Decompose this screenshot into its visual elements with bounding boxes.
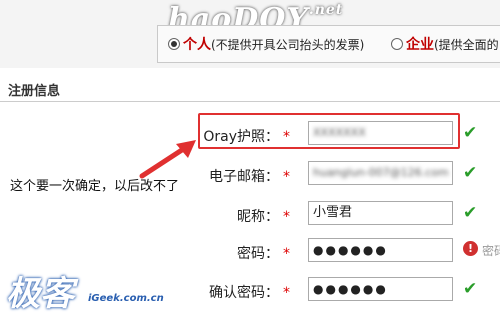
account-type-selector: 个人 (不提供开具公司抬头的发票) 企业 (提供全面的: [157, 25, 500, 63]
password-input[interactable]: ●●●●●●: [308, 238, 453, 262]
form-row-confirm-password: 确认密码： * ●●●●●● ✔: [0, 276, 500, 306]
nickname-input[interactable]: 小雪君: [308, 201, 453, 225]
account-type-personal[interactable]: 个人 (不提供开具公司抬头的发票): [168, 34, 364, 54]
check-icon: ✔: [463, 163, 478, 183]
check-icon: ✔: [463, 203, 478, 223]
annotation-text: 这个要一次确定，以后改不了: [10, 179, 180, 194]
section-divider: [0, 101, 500, 102]
email-label: 电子邮箱： *: [209, 169, 290, 185]
confirm-password-label: 确认密码： *: [209, 285, 290, 301]
nickname-label: 昵称： *: [237, 209, 290, 225]
required-mark: *: [283, 209, 290, 225]
password-label: 密码： *: [237, 246, 290, 262]
required-mark: *: [283, 246, 290, 262]
password-hint: 密码: [482, 244, 500, 258]
igeek-logo: 极客: [6, 274, 74, 314]
required-mark: *: [283, 285, 290, 301]
highlight-box: [198, 113, 460, 149]
account-type-company[interactable]: 企业 (提供全面的: [391, 34, 499, 54]
check-icon: ✔: [463, 123, 478, 143]
check-icon: ✔: [463, 279, 478, 299]
account-type-personal-label: 个人: [183, 37, 211, 53]
form-row-nickname: 昵称： * 小雪君 ✔: [0, 200, 500, 230]
account-type-company-label: 企业: [406, 37, 434, 53]
warning-icon: !: [463, 241, 478, 256]
required-mark: *: [283, 169, 290, 185]
igeek-url: iGeek.com.cn: [88, 293, 164, 304]
radio-personal[interactable]: [168, 38, 180, 50]
email-input[interactable]: huanglun-007@126.com: [308, 161, 453, 185]
radio-company[interactable]: [391, 38, 403, 50]
confirm-password-input[interactable]: ●●●●●●: [308, 277, 453, 301]
account-type-personal-note: (不提供开具公司抬头的发票): [211, 37, 365, 52]
section-title: 注册信息: [8, 84, 61, 99]
account-type-company-note: (提供全面的: [434, 37, 499, 52]
form-row-password: 密码：* ●●●●●● ! 密码: [0, 237, 500, 267]
